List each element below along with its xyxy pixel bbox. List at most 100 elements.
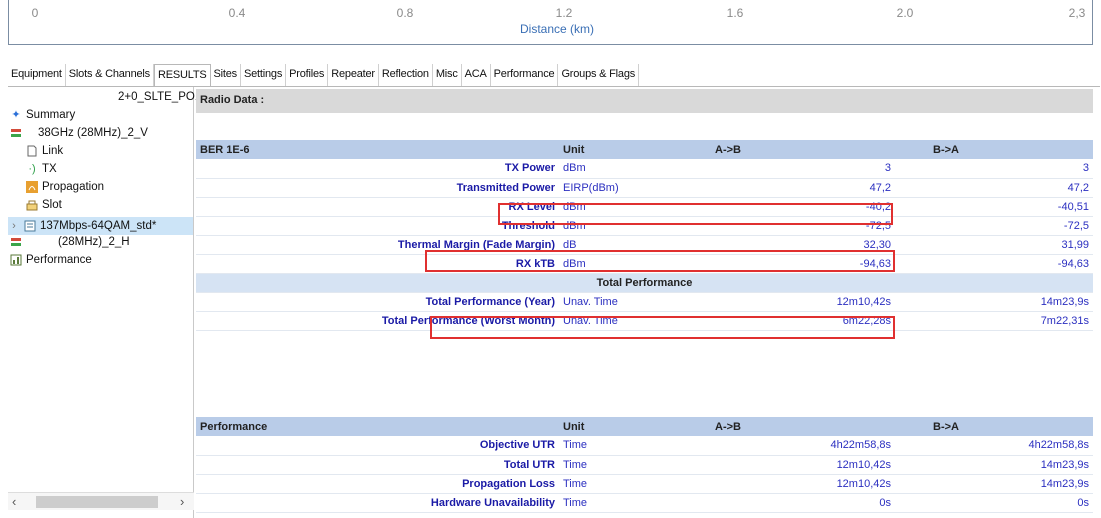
scroll-left-icon[interactable]: ‹ xyxy=(12,494,16,509)
axis-left-line xyxy=(8,0,9,45)
axis-tick: 2,3 xyxy=(1068,6,1086,20)
row-label: Propagation Loss xyxy=(196,474,559,494)
tree-item-mode-label: 137Mbps-64QAM_std* xyxy=(40,220,157,232)
slot-icon xyxy=(26,199,38,211)
row-value-ba: 31,99 xyxy=(895,235,1093,255)
row-unit: Unav. Time xyxy=(559,292,711,312)
tab-aca[interactable]: ACA xyxy=(461,64,491,86)
axis-title: Distance (km) xyxy=(519,22,595,36)
row-label: Hardware Unavailability xyxy=(196,493,559,513)
row-label: TX Power xyxy=(196,159,559,179)
tree-item-tx-label: TX xyxy=(42,163,57,175)
tree-item-slot[interactable]: Slot xyxy=(26,199,62,211)
tree-item-summary[interactable]: ✦ Summary xyxy=(10,109,75,121)
header-cell: A->B xyxy=(711,417,895,436)
row-value-ba: 4h22m58,8s xyxy=(895,436,1093,456)
table-row: Total UTR Time 12m10,42s 14m23,9s xyxy=(196,455,1093,475)
row-unit: Time xyxy=(559,493,711,513)
tab-results[interactable]: RESULTS xyxy=(153,64,211,86)
row-value-ab: 3 xyxy=(711,159,895,179)
table-row: TX Power dBm 3 3 xyxy=(196,159,1093,179)
table-row: Hardware Unavailability Time 0s 0s xyxy=(196,493,1093,513)
highlight-rx-level xyxy=(498,203,893,225)
tree-horizontal-scrollbar[interactable]: ‹ › xyxy=(8,492,194,510)
performance-icon xyxy=(10,254,22,266)
table-row: Transmitted Power EIRP(dBm) 47,2 47,2 xyxy=(196,178,1093,198)
tab-settings[interactable]: Settings xyxy=(240,64,287,86)
row-unit: Time xyxy=(559,455,711,475)
section-header-row: Total Performance xyxy=(196,273,1093,293)
row-value-ab: 12m10,42s xyxy=(711,292,895,312)
tab-profiles[interactable]: Profiles xyxy=(286,64,329,86)
row-value-ba: 0s xyxy=(895,493,1093,513)
row-label: Objective UTR xyxy=(196,436,559,456)
row-value-ba: 3 xyxy=(895,159,1093,179)
row-value-ba: 14m23,9s xyxy=(895,455,1093,475)
tree-item-link2[interactable]: (28MHz)_2_H xyxy=(10,236,130,248)
tab-sites[interactable]: Sites xyxy=(210,64,241,86)
tree-item-link[interactable]: Link xyxy=(26,145,63,157)
row-label: Total UTR xyxy=(196,455,559,475)
performance-table: Performance Unit A->B B->A Objective UTR… xyxy=(196,417,1093,513)
highlight-thermal-margin xyxy=(425,250,895,272)
tree-item-tx[interactable]: ·) TX xyxy=(26,163,57,175)
distance-axis: 0 0.4 0.8 1.2 1.6 2.0 2,3 Distance (km) xyxy=(0,0,1101,46)
radio-data-bar: Radio Data : xyxy=(196,89,1093,113)
axis-tick: 2.0 xyxy=(896,6,914,20)
header-cell: B->A xyxy=(895,417,1093,436)
row-value-ba: -40,51 xyxy=(895,197,1093,217)
table-header-row: BER 1E-6 Unit A->B B->A xyxy=(196,140,1093,159)
antenna-icon: ·) xyxy=(28,163,36,175)
radio-data-label: Radio Data : xyxy=(200,94,265,106)
row-unit: Time xyxy=(559,436,711,456)
tree-item-propagation[interactable]: Propagation xyxy=(26,181,104,193)
section-header: Total Performance xyxy=(196,273,1093,293)
summary-icon: ✦ xyxy=(11,109,21,121)
tab-slots-channels[interactable]: Slots & Channels xyxy=(65,64,154,86)
tree-root-label: 2+0_SLTE_PO1 xyxy=(118,91,202,103)
row-label: Transmitted Power xyxy=(196,178,559,198)
header-cell: A->B xyxy=(711,140,895,159)
tab-strip: Equipment Slots & Channels RESULTS Sites… xyxy=(8,64,640,86)
table-row: Objective UTR Time 4h22m58,8s 4h22m58,8s xyxy=(196,436,1093,456)
tree-item-slot-label: Slot xyxy=(42,199,62,211)
tab-reflection[interactable]: Reflection xyxy=(378,64,433,86)
row-value-ba: -94,63 xyxy=(895,254,1093,274)
header-cell: Unit xyxy=(559,140,711,159)
tree-item-performance-label: Performance xyxy=(26,254,92,266)
axis-baseline xyxy=(8,44,1093,45)
ber-table: BER 1E-6 Unit A->B B->A TX Power dBm 3 3… xyxy=(196,140,1093,331)
tree-item-link1[interactable]: 38GHz (28MHz)_2_V xyxy=(10,127,148,139)
row-unit: Time xyxy=(559,474,711,494)
row-value-ab: 4h22m58,8s xyxy=(711,436,895,456)
scroll-right-icon[interactable]: › xyxy=(180,494,184,509)
tab-groups-flags[interactable]: Groups & Flags xyxy=(558,64,640,86)
row-value-ab: 12m10,42s xyxy=(711,474,895,494)
scroll-thumb[interactable] xyxy=(36,496,158,508)
tab-equipment[interactable]: Equipment xyxy=(8,64,66,86)
tree-item-mode[interactable]: › 137Mbps-64QAM_std* xyxy=(8,217,193,235)
tab-repeater[interactable]: Repeater xyxy=(328,64,379,86)
header-cell: Unit xyxy=(559,417,711,436)
row-value-ab: 0s xyxy=(711,493,895,513)
tab-performance[interactable]: Performance xyxy=(490,64,559,86)
propagation-icon xyxy=(26,181,38,193)
link-group-icon xyxy=(10,236,22,248)
row-value-ba: 7m22,31s xyxy=(895,311,1093,331)
modulation-icon xyxy=(24,220,36,232)
row-value-ba: 14m23,9s xyxy=(895,292,1093,312)
tree-item-link2-label: (28MHz)_2_H xyxy=(58,236,130,248)
axis-tick: 1.2 xyxy=(555,6,573,20)
tree-root[interactable]: 2+0_SLTE_PO1 xyxy=(118,91,201,103)
row-value-ba: -72,5 xyxy=(895,216,1093,236)
results-tree: 2+0_SLTE_PO1 ✦ Summary 38GHz (28MHz)_2_V… xyxy=(8,87,201,518)
header-cell: Performance xyxy=(196,417,559,436)
row-value-ab: 12m10,42s xyxy=(711,455,895,475)
table-header-row: Performance Unit A->B B->A xyxy=(196,417,1093,436)
row-value-ba: 14m23,9s xyxy=(895,474,1093,494)
document-icon xyxy=(26,145,38,157)
tree-item-summary-label: Summary xyxy=(26,109,76,121)
link-group-icon xyxy=(10,127,22,139)
tab-misc[interactable]: Misc xyxy=(432,64,462,86)
tree-item-performance[interactable]: Performance xyxy=(10,254,92,266)
